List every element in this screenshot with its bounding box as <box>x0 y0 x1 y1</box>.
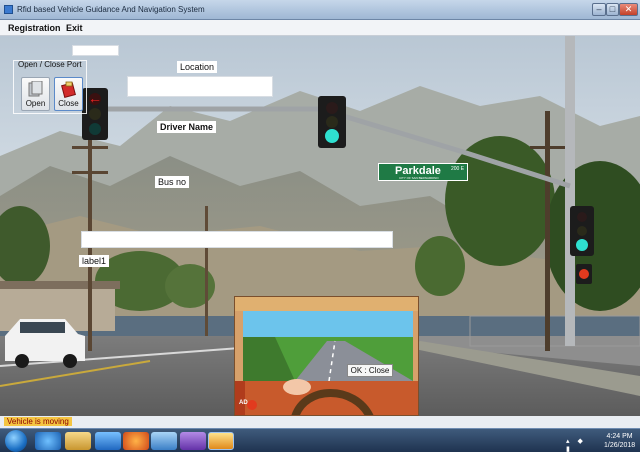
tray-date: 1/26/2018 <box>604 442 636 449</box>
street-sign: Parkdale 200 E CITY OF SAN BERNARDINO <box>378 163 468 181</box>
tray-clock[interactable]: 4:24 PM 1/26/2018 <box>604 432 635 450</box>
driver-name-label: Driver Name <box>157 121 217 133</box>
open-button-label: Open <box>25 99 46 108</box>
app-icon <box>4 5 13 14</box>
bus-no-label: Bus no <box>155 176 190 188</box>
street-sign-subtitle: CITY OF SAN BERNARDINO <box>399 176 439 180</box>
window-title: Rfid based Vehicle Guidance And Navigati… <box>17 5 205 14</box>
tray-time: 4:24 PM <box>606 433 633 440</box>
driving-inset-image: AD <box>234 296 419 416</box>
street-sign-number: 200 E <box>451 166 465 172</box>
media-icon[interactable] <box>95 432 121 450</box>
start-button[interactable] <box>5 430 27 452</box>
paint-icon[interactable] <box>151 432 177 450</box>
wide-textbox[interactable] <box>81 231 393 248</box>
ie-icon[interactable] <box>35 432 61 450</box>
port-close-icon <box>61 81 76 98</box>
ok-close-button[interactable]: OK : Close <box>347 364 393 377</box>
minimize-button[interactable]: – <box>592 3 606 16</box>
location-input[interactable] <box>127 76 273 97</box>
close-window-button[interactable]: ✕ <box>619 3 638 16</box>
port-group-box: Open / Close Port Open Close <box>13 60 87 114</box>
red-arrow-icon: ← <box>88 90 102 106</box>
label1: label1 <box>79 255 110 267</box>
title-bar: Rfid based Vehicle Guidance And Navigati… <box>0 0 640 20</box>
close-button-label: Close <box>58 99 79 108</box>
menu-registration[interactable]: Registration <box>8 23 61 33</box>
taskbar: ▴ ◆ ▮ 4:24 PM 1/26/2018 <box>0 428 640 452</box>
status-bar: Vehicle is moving <box>0 416 640 428</box>
explorer-icon[interactable] <box>65 432 91 450</box>
maximize-button[interactable]: □ <box>606 3 619 16</box>
close-port-button[interactable]: Close <box>54 77 83 111</box>
menu-bar: Registration Exit <box>0 20 640 36</box>
ad-badge: AD <box>239 400 248 406</box>
port-group-legend: Open / Close Port <box>18 60 82 69</box>
port-open-icon <box>28 81 43 97</box>
visual-studio-icon[interactable] <box>180 432 206 450</box>
location-label: Location <box>177 61 218 73</box>
running-app-icon[interactable] <box>208 432 234 450</box>
menu-exit[interactable]: Exit <box>66 23 83 33</box>
firefox-icon[interactable] <box>123 432 149 450</box>
top-textbox[interactable] <box>72 45 119 56</box>
driving-view-graphic <box>235 297 418 415</box>
open-port-button[interactable]: Open <box>21 77 50 111</box>
system-tray-icons[interactable]: ▴ ◆ ▮ <box>566 437 596 452</box>
status-text: Vehicle is moving <box>4 417 72 426</box>
